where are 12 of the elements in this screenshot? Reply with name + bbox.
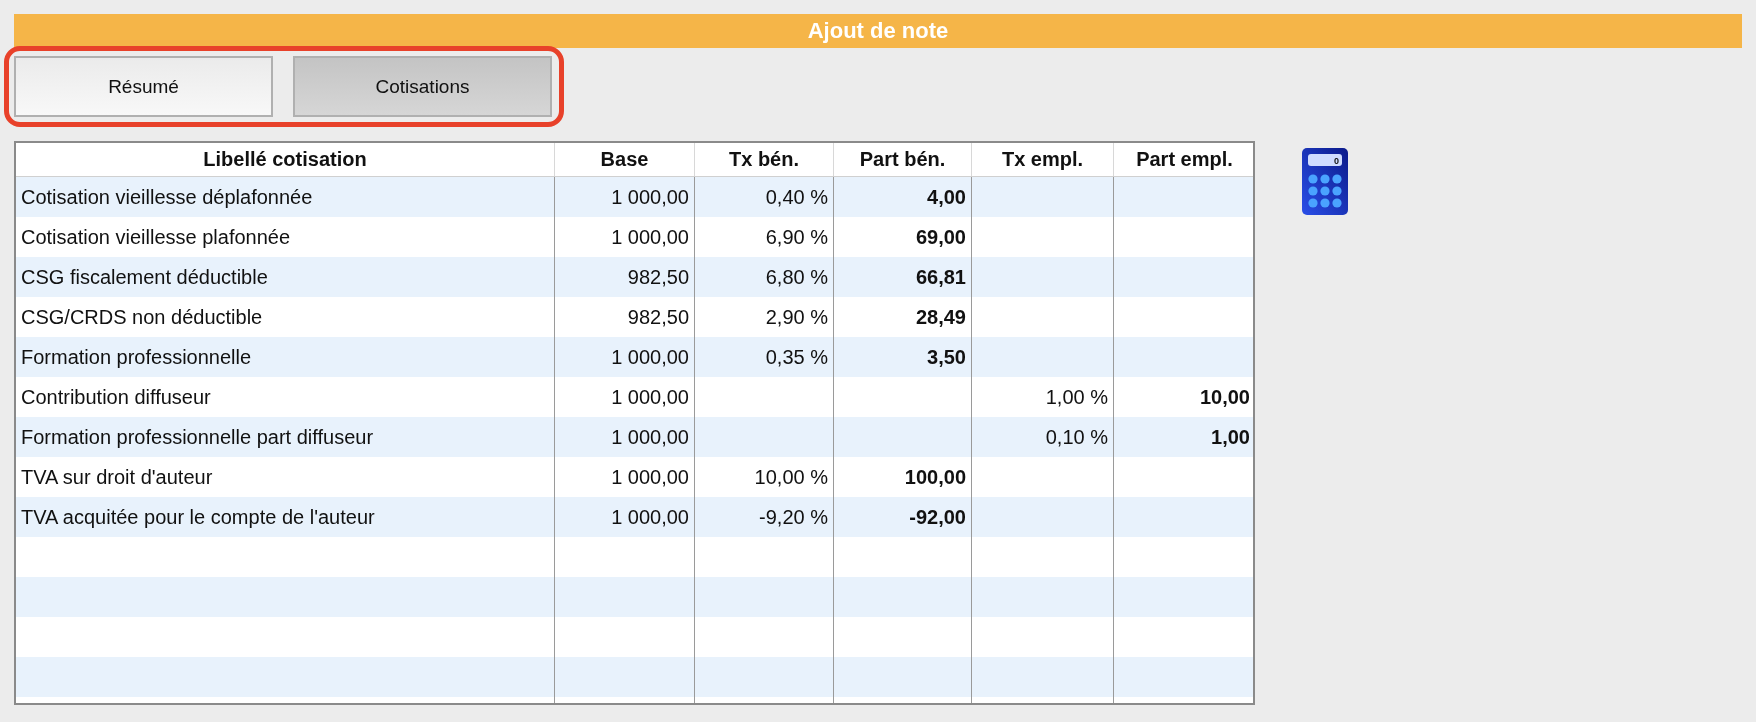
column-header: Tx empl. — [972, 143, 1114, 176]
title-bar: Ajout de note — [14, 14, 1742, 48]
column-header: Base — [555, 143, 695, 176]
column-header: Libellé cotisation — [16, 143, 555, 176]
tab[interactable]: Cotisations — [293, 56, 552, 117]
table-cell-text: 1,00 — [1210, 424, 1251, 450]
table-cell-text: 10,00 — [1198, 384, 1251, 410]
tab[interactable]: Résumé — [14, 56, 273, 117]
column-header: Tx bén. — [695, 143, 834, 176]
column-header: Part empl. — [1135, 147, 1234, 172]
column-header: Part bén. — [834, 143, 972, 176]
calculator-icon[interactable]: 0 — [1301, 147, 1349, 216]
